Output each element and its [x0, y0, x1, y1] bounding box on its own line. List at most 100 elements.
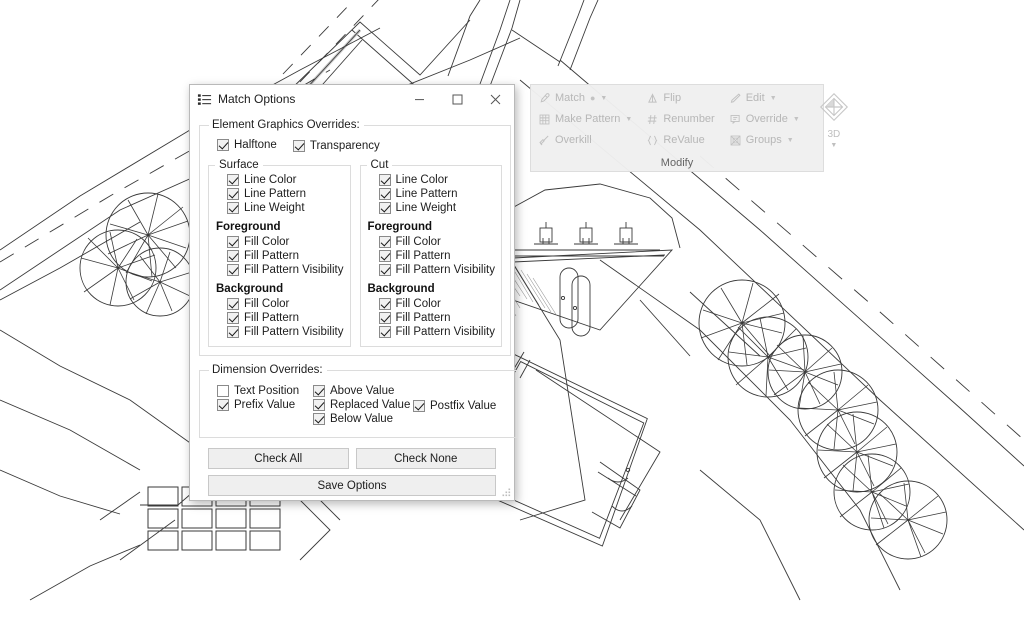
checkbox-label: Prefix Value — [234, 398, 296, 411]
checkbox-surface-bg-fill-pattern[interactable]: Fill Pattern — [227, 311, 344, 324]
checkbox-transparency[interactable]: Transparency — [292, 139, 380, 152]
ribbon-button-edit-label: Edit — [745, 92, 765, 104]
ribbon-button-edit[interactable]: Edit ▼ — [726, 88, 803, 108]
checkbox-halftone-box[interactable] — [217, 138, 229, 151]
dialog-button-area: Check All Check None Save Options — [199, 446, 505, 496]
ribbon-button-flip[interactable]: Flip — [643, 88, 717, 108]
checkbox-box[interactable] — [378, 297, 391, 310]
checkbox-label: Postfix Value — [430, 399, 497, 412]
checkbox-label: Fill Color — [395, 235, 441, 248]
chevron-down-icon[interactable]: ▼ — [793, 116, 800, 123]
checkbox-transparency-box[interactable] — [292, 139, 305, 152]
checkbox-label: Line Color — [244, 173, 297, 186]
braces-icon — [646, 134, 659, 147]
checkbox-cut-fg-fill-pattern-visibility[interactable]: Fill Pattern Visibility — [378, 263, 496, 276]
checkbox-box[interactable] — [227, 187, 239, 200]
dialog-titlebar[interactable]: Match Options — [190, 85, 514, 114]
checkbox-cut-fg-fill-color[interactable]: Fill Color — [378, 235, 496, 248]
checkbox-box[interactable] — [313, 412, 325, 425]
checkbox-box[interactable] — [227, 297, 239, 310]
checkbox-box[interactable] — [217, 398, 229, 411]
checkbox-surface-line-color[interactable]: Line Color — [227, 173, 344, 186]
checkbox-replaced-value[interactable]: Replaced Value — [313, 398, 413, 411]
close-button[interactable] — [476, 85, 514, 113]
checkbox-surface-bg-fill-pattern-visibility[interactable]: Fill Pattern Visibility — [227, 325, 344, 338]
checkbox-cut-bg-fill-pattern[interactable]: Fill Pattern — [378, 311, 496, 324]
save-options-button[interactable]: Save Options — [208, 475, 496, 496]
ribbon-button-groups[interactable]: Groups ▼ — [726, 130, 803, 150]
checkbox-box[interactable] — [227, 201, 239, 214]
checkbox-surface-line-weight[interactable]: Line Weight — [227, 201, 344, 214]
checkbox-surface-fg-fill-color[interactable]: Fill Color — [227, 235, 344, 248]
ribbon-button-match[interactable]: Match ● ▼ — [535, 88, 635, 108]
ribbon-button-renumber[interactable]: Renumber — [643, 109, 717, 129]
maximize-button[interactable] — [438, 85, 476, 113]
minimize-button[interactable] — [400, 85, 438, 113]
checkbox-surface-fg-fill-pattern[interactable]: Fill Pattern — [227, 249, 344, 262]
dimension-overrides-legend: Dimension Overrides: — [212, 364, 323, 376]
checkbox-cut-line-weight[interactable]: Line Weight — [378, 201, 496, 214]
checkbox-box[interactable] — [227, 325, 239, 338]
chevron-down-icon[interactable]: ▼ — [830, 142, 837, 149]
chevron-down-icon[interactable]: ▼ — [770, 95, 777, 102]
checkbox-box[interactable] — [378, 249, 391, 262]
dimension-column-2: Above Value Replaced Value Below Value — [313, 384, 413, 425]
checkbox-box[interactable] — [378, 235, 391, 248]
match-settings-dot-icon[interactable]: ● — [590, 93, 595, 103]
ribbon-button-overkill[interactable]: Overkill — [535, 130, 635, 150]
eyedropper-icon — [538, 92, 551, 105]
chevron-down-icon[interactable]: ▼ — [625, 116, 632, 123]
ribbon-button-override[interactable]: Override ▼ — [726, 109, 803, 129]
checkbox-cut-line-pattern[interactable]: Line Pattern — [378, 187, 496, 200]
ribbon-button-3d[interactable]: 3D ▼ — [817, 88, 851, 151]
checkbox-box[interactable] — [227, 249, 239, 262]
ribbon-column-3: Edit ▼ Override ▼ Groups ▼ — [726, 88, 803, 151]
ribbon-button-match-label: Match — [555, 92, 585, 104]
checkbox-box[interactable] — [313, 384, 325, 397]
checkbox-box[interactable] — [378, 187, 391, 200]
ribbon-button-revalue-label: ReValue — [663, 134, 705, 146]
checkbox-label: Fill Pattern Visibility — [244, 263, 344, 276]
ribbon-button-groups-label: Groups — [745, 134, 782, 146]
resize-grip[interactable] — [500, 486, 512, 498]
checkbox-box[interactable] — [227, 235, 239, 248]
checkbox-box[interactable] — [413, 399, 425, 412]
ribbon-button-3d-label: 3D — [827, 129, 841, 140]
check-none-button[interactable]: Check None — [355, 448, 496, 469]
checkbox-box[interactable] — [378, 311, 391, 324]
chevron-down-icon[interactable]: ▼ — [600, 95, 607, 102]
checkbox-above-value[interactable]: Above Value — [313, 384, 413, 397]
check-all-button[interactable]: Check All — [208, 448, 349, 469]
checkbox-cut-bg-fill-pattern-visibility[interactable]: Fill Pattern Visibility — [378, 325, 496, 338]
checkbox-box[interactable] — [378, 201, 391, 214]
checkbox-label: Fill Pattern Visibility — [395, 263, 496, 276]
checkbox-below-value[interactable]: Below Value — [313, 412, 413, 425]
checkbox-box[interactable] — [227, 173, 239, 186]
ribbon-button-make-pattern[interactable]: Make Pattern ▼ — [535, 109, 635, 129]
checkbox-cut-bg-fill-color[interactable]: Fill Color — [378, 297, 496, 310]
checkbox-box[interactable] — [378, 325, 391, 338]
checkbox-text-position[interactable]: Text Position — [217, 384, 313, 397]
checkbox-box[interactable] — [227, 263, 239, 276]
checkbox-label: Fill Pattern Visibility — [395, 325, 496, 338]
checkbox-surface-bg-fill-color[interactable]: Fill Color — [227, 297, 344, 310]
checkbox-box[interactable] — [217, 384, 229, 397]
chevron-down-icon[interactable]: ▼ — [787, 137, 794, 144]
dimension-overrides-grid: Text Position Prefix Value Above Value R… — [208, 380, 508, 429]
checkbox-cut-line-color[interactable]: Line Color — [378, 173, 496, 186]
checkbox-box[interactable] — [227, 311, 239, 324]
checkbox-box[interactable] — [313, 398, 325, 411]
checkbox-prefix-value[interactable]: Prefix Value — [217, 398, 313, 411]
cut-line-checks: Line Color Line Pattern Line Weight — [367, 173, 496, 214]
checkbox-box[interactable] — [378, 173, 391, 186]
checkbox-surface-fg-fill-pattern-visibility[interactable]: Fill Pattern Visibility — [227, 263, 344, 276]
3d-view-cube-icon — [817, 90, 851, 129]
checkbox-surface-line-pattern[interactable]: Line Pattern — [227, 187, 344, 200]
cut-foreground-heading: Foreground — [367, 221, 433, 233]
surface-cut-columns: Surface Line Color Line Pattern Line Wei… — [208, 159, 502, 347]
checkbox-halftone[interactable]: Halftone — [217, 138, 277, 151]
ribbon-button-revalue[interactable]: ReValue — [643, 130, 717, 150]
checkbox-box[interactable] — [378, 263, 391, 276]
checkbox-cut-fg-fill-pattern[interactable]: Fill Pattern — [378, 249, 496, 262]
checkbox-postfix-value[interactable]: Postfix Value — [413, 399, 508, 412]
